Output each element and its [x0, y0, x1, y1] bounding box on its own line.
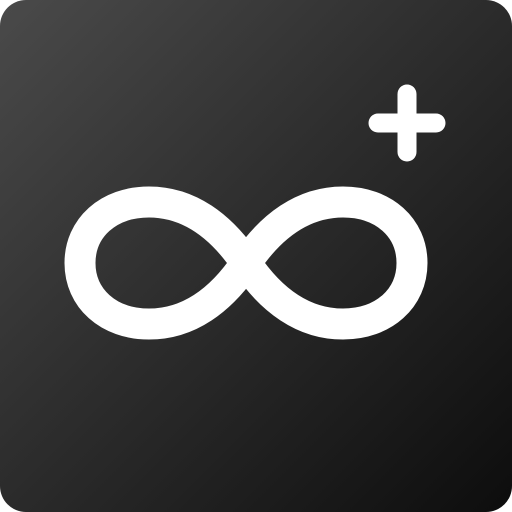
app-icon[interactable] [0, 0, 512, 512]
plus-icon [368, 84, 446, 162]
